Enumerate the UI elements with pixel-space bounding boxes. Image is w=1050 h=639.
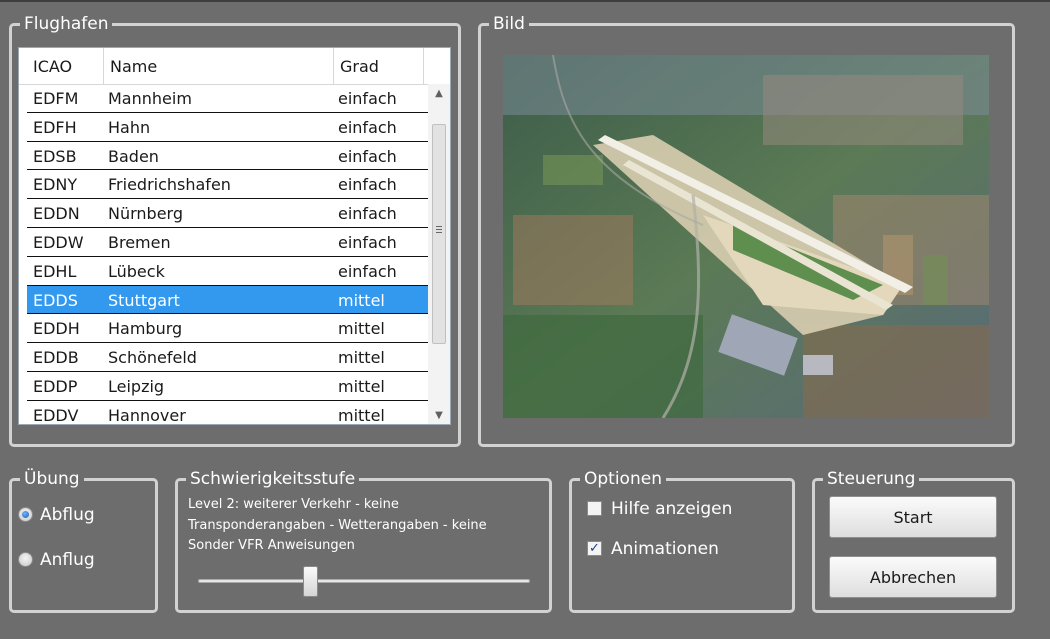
- name-cell: Mannheim: [108, 89, 192, 108]
- options-group-title: Optionen: [580, 469, 666, 489]
- name-cell: Baden: [108, 146, 159, 166]
- start-button[interactable]: Start: [829, 496, 997, 538]
- grad-cell: mittel: [338, 290, 385, 310]
- grad-cell: einfach: [338, 175, 397, 195]
- difficulty-group-title: Schwierigkeitsstufe: [186, 469, 360, 489]
- difficulty-slider-thumb[interactable]: [302, 566, 318, 597]
- grad-cell: einfach: [338, 117, 397, 137]
- grad-cell: einfach: [338, 146, 397, 166]
- name-cell: Lübeck: [108, 261, 165, 281]
- airport-list[interactable]: ICAO Name Grad EDFM Mannheim einfach EDFH Ha…: [18, 47, 451, 425]
- radio-abflug-label[interactable]: Abflug: [40, 505, 95, 525]
- control-group-title: Steuerung: [823, 469, 920, 489]
- grad-cell: einfach: [338, 204, 397, 224]
- aerial-photo-airport-icon: [503, 55, 989, 418]
- list-scrollbar[interactable]: ▲ ▼: [428, 84, 450, 424]
- scrollbar-thumb[interactable]: [432, 124, 446, 344]
- scroll-down-arrow-icon[interactable]: ▼: [428, 406, 450, 424]
- name-cell: Leipzig: [108, 376, 165, 396]
- window-top-edge: [0, 0, 1050, 2]
- name-cell: Stuttgart: [108, 290, 180, 310]
- exercise-group-title: Übung: [20, 469, 84, 489]
- table-row[interactable]: EDHL Lübeck einfach: [27, 257, 445, 286]
- icao-cell: EDDN: [33, 204, 80, 224]
- name-cell: Bremen: [108, 232, 171, 252]
- difficulty-slider-track[interactable]: [198, 579, 530, 583]
- icao-cell: EDFM: [33, 89, 79, 108]
- table-row[interactable]: EDDW Bremen einfach: [27, 228, 445, 257]
- name-cell: Hahn: [108, 117, 151, 137]
- name-cell: Hamburg: [108, 319, 183, 339]
- table-row[interactable]: EDFH Hahn einfach: [27, 113, 445, 142]
- icao-cell: EDNY: [33, 175, 78, 195]
- table-row[interactable]: EDDB Schönefeld mittel: [27, 343, 445, 372]
- airport-list-header: ICAO Name Grad: [19, 48, 450, 85]
- checkbox-animationen[interactable]: ✓: [587, 541, 602, 556]
- icao-cell: EDDW: [33, 232, 84, 252]
- radio-abflug[interactable]: [18, 507, 33, 522]
- table-row[interactable]: EDDN Nürnberg einfach: [27, 199, 445, 228]
- airport-group-title: Flughafen: [20, 14, 113, 34]
- table-row[interactable]: EDDS Stuttgart mittel: [27, 285, 445, 315]
- table-row[interactable]: EDDH Hamburg mittel: [27, 314, 445, 344]
- table-row[interactable]: EDFM Mannheim einfach: [27, 84, 445, 113]
- icao-cell: EDDH: [33, 319, 80, 339]
- checkbox-hilfe[interactable]: [587, 501, 602, 516]
- icao-cell: EDFH: [33, 117, 77, 137]
- exercise-group: Übung: [9, 469, 158, 613]
- icao-cell: EDDV: [33, 405, 79, 425]
- column-header-icao[interactable]: ICAO: [27, 48, 104, 84]
- icao-cell: EDDP: [33, 376, 78, 396]
- grad-cell: einfach: [338, 89, 397, 108]
- grad-cell: einfach: [338, 261, 397, 281]
- grad-cell: einfach: [338, 232, 397, 252]
- icao-cell: EDSB: [33, 146, 77, 166]
- name-cell: Hannover: [108, 405, 186, 425]
- icao-cell: EDHL: [33, 261, 77, 281]
- name-cell: Friedrichshafen: [108, 175, 231, 195]
- name-cell: Nürnberg: [108, 204, 183, 224]
- table-row[interactable]: EDDP Leipzig mittel: [27, 372, 445, 401]
- column-header-name[interactable]: Name: [104, 48, 334, 84]
- grad-cell: mittel: [338, 405, 385, 425]
- difficulty-description: Level 2: weiterer Verkehr - keine Transp…: [188, 497, 487, 553]
- grad-cell: mittel: [338, 348, 385, 368]
- icao-cell: EDDB: [33, 348, 79, 368]
- table-row[interactable]: EDDV Hannover mittel: [27, 401, 445, 425]
- airport-list-rows: EDFM Mannheim einfach EDFH Hahn einfach EDSB Ba…: [27, 84, 445, 425]
- icao-cell: EDDS: [33, 290, 78, 310]
- scroll-up-arrow-icon[interactable]: ▲: [428, 84, 450, 104]
- grad-cell: mittel: [338, 376, 385, 396]
- radio-anflug[interactable]: [18, 552, 33, 567]
- name-cell: Schönefeld: [108, 348, 197, 368]
- checkbox-hilfe-label[interactable]: Hilfe anzeigen: [611, 499, 732, 519]
- grad-cell: mittel: [338, 319, 385, 339]
- radio-anflug-label[interactable]: Anflug: [40, 550, 95, 570]
- checkbox-animationen-label[interactable]: Animationen: [611, 539, 719, 559]
- image-group-title: Bild: [489, 14, 529, 34]
- airport-aerial-photo: [503, 55, 989, 418]
- cancel-button[interactable]: Abbrechen: [829, 556, 997, 598]
- table-row[interactable]: EDNY Friedrichshafen einfach: [27, 170, 445, 200]
- grip-icon: [436, 226, 442, 227]
- table-row[interactable]: EDSB Baden einfach: [27, 142, 445, 171]
- column-header-grad[interactable]: Grad: [334, 48, 424, 84]
